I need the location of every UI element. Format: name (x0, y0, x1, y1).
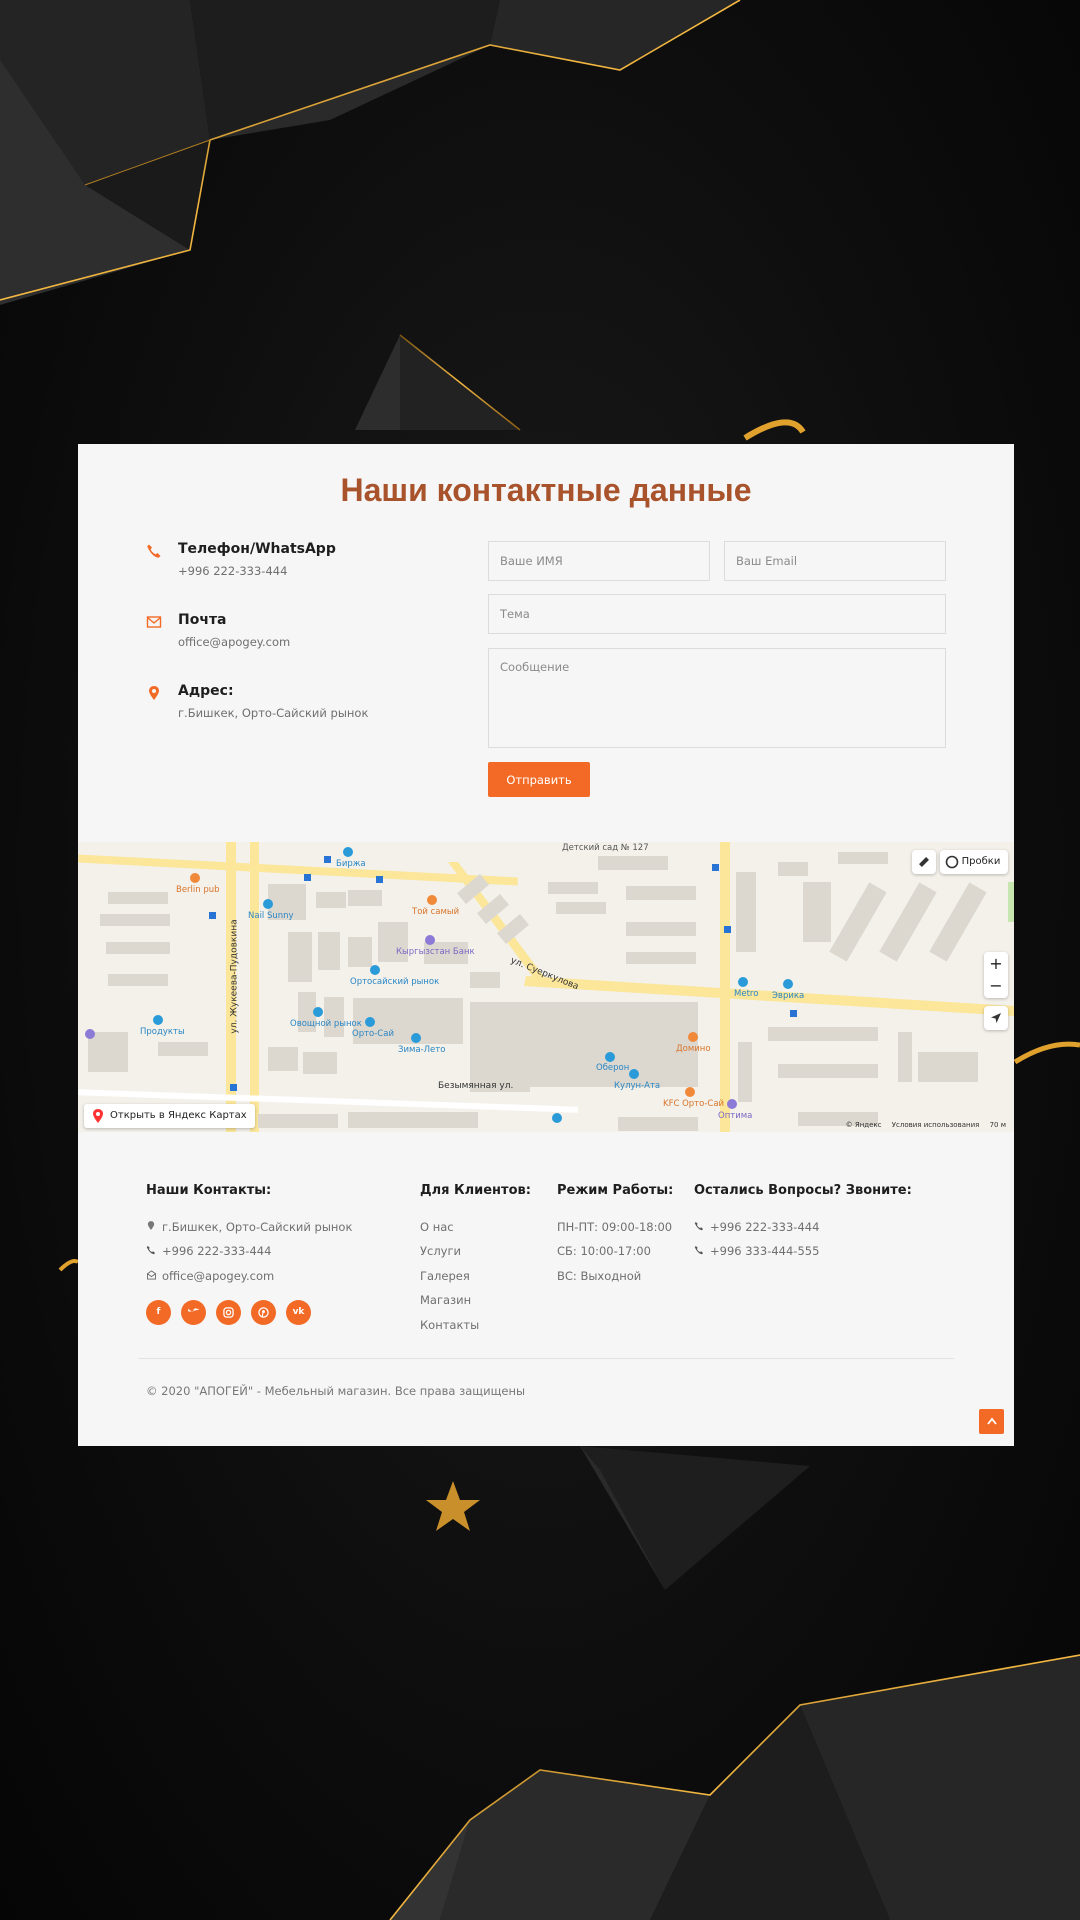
open-in-yandex-button[interactable]: Открыть в Яндекс Картах (84, 1104, 255, 1128)
location-arrow-icon (991, 1013, 1001, 1023)
footer-phone: +996 222-333-444 (146, 1244, 271, 1258)
map-label: Той самый (412, 907, 460, 917)
hours-saturday: СБ: 10:00-17:00 (557, 1244, 651, 1258)
footer-phone-1-text[interactable]: +996 222-333-444 (710, 1220, 819, 1234)
facebook-icon[interactable]: f (146, 1300, 171, 1325)
map-label: Домино (676, 1044, 711, 1054)
map-label: Кыргызстан Банк (396, 947, 475, 957)
footer-phone-text[interactable]: +996 222-333-444 (162, 1244, 271, 1258)
footer-link-about[interactable]: О нас (420, 1220, 454, 1234)
scroll-to-top-button[interactable] (979, 1409, 1004, 1434)
instagram-icon[interactable] (216, 1300, 241, 1325)
phone-value: +996 222-333-444 (178, 564, 288, 578)
submit-button[interactable]: Отправить (488, 762, 590, 797)
map-label: Детский сад № 127 (562, 843, 649, 853)
message-textarea[interactable] (488, 648, 946, 748)
footer-clients-title: Для Клиентов: (420, 1183, 531, 1198)
twitter-icon[interactable] (181, 1300, 206, 1325)
address-label: Адрес: (178, 683, 234, 699)
footer-phone-2-text[interactable]: +996 333-444-555 (710, 1244, 819, 1258)
phone-label: Телефон/WhatsApp (178, 541, 336, 557)
envelope-icon (146, 616, 162, 628)
vk-icon[interactable]: vk (286, 1300, 311, 1325)
envelope-open-icon (146, 1269, 158, 1283)
chevron-up-icon (986, 1417, 997, 1425)
map-label: Эврика (772, 991, 805, 1001)
zoom-control: + − (984, 952, 1008, 998)
map-attribution: © Яндекс Условия использования 70 м (838, 1121, 1006, 1129)
terms-link[interactable]: Условия использования (892, 1121, 980, 1129)
map-label: Продукты (140, 1027, 185, 1037)
footer-mail-text[interactable]: office@apogey.com (162, 1269, 274, 1283)
footer-hours-title: Режим Работы: (557, 1183, 674, 1198)
zoom-in-button[interactable]: + (984, 952, 1008, 975)
footer-phone-1: +996 222-333-444 (694, 1220, 819, 1234)
yandex-pin-icon (93, 1109, 103, 1123)
hours-sunday: ВС: Выходной (557, 1269, 642, 1283)
subject-input[interactable] (488, 594, 946, 634)
footer-link-services[interactable]: Услуги (420, 1244, 461, 1258)
footer-address: г.Бишкек, Орто-Сайский рынок (146, 1220, 352, 1234)
page-title: Наши контактные данные (340, 472, 752, 508)
name-input[interactable] (488, 541, 710, 581)
copyright-text: © 2020 "АПОГЕЙ" - Мебельный магазин. Все… (146, 1384, 526, 1398)
footer-link-contacts[interactable]: Контакты (420, 1318, 479, 1332)
ruler-button[interactable] (912, 850, 936, 874)
hours-weekdays: ПН-ПТ: 09:00-18:00 (557, 1220, 673, 1234)
map-label: KFC Орто-Сай (663, 1099, 725, 1109)
phone-icon (694, 1220, 706, 1234)
map-label: Оптима (718, 1111, 753, 1121)
footer-link-gallery[interactable]: Галерея (420, 1269, 470, 1283)
email-input[interactable] (724, 541, 946, 581)
map-label: Berlin pub (176, 885, 220, 895)
map-label: Овощной рынок (290, 1019, 362, 1029)
map-label: Зима-Лето (398, 1045, 446, 1055)
footer-contacts-title: Наши Контакты: (146, 1183, 272, 1198)
map-label: Metro (734, 989, 759, 999)
street-label: Безымянная ул. (438, 1081, 514, 1091)
phone-icon (146, 1244, 158, 1258)
map-label: Орто-Сай (352, 1029, 394, 1039)
phone-icon (147, 544, 161, 558)
footer-link-shop[interactable]: Магазин (420, 1293, 471, 1307)
map-label: Кулун-Ата (614, 1081, 661, 1091)
yandex-copyright: © Яндекс (845, 1121, 882, 1129)
footer-divider (138, 1358, 954, 1359)
map-pin-icon (146, 1220, 158, 1234)
geolocation-button[interactable] (984, 1006, 1008, 1030)
map-label: Биржа (336, 859, 366, 869)
open-in-yandex-label: Открыть в Яндекс Картах (110, 1110, 247, 1121)
map-label: Оберон (596, 1063, 630, 1073)
map-label: Nail Sunny (248, 911, 294, 921)
mail-label: Почта (178, 612, 227, 628)
phone-icon (694, 1244, 706, 1258)
map-label: Ортосайский рынок (350, 977, 440, 987)
contact-card: Наши контактные данные Телефон/WhatsApp … (78, 444, 1014, 1446)
footer-mail: office@apogey.com (146, 1269, 274, 1283)
footer-questions-title: Остались Вопросы? Звоните: (694, 1183, 912, 1198)
traffic-button[interactable]: Пробки (940, 850, 1008, 874)
mail-value: office@apogey.com (178, 635, 291, 649)
footer-address-text: г.Бишкек, Орто-Сайский рынок (162, 1220, 353, 1234)
ruler-icon (919, 857, 929, 867)
traffic-label: Пробки (961, 856, 1001, 867)
map-pin-icon (149, 686, 159, 700)
pinterest-icon[interactable] (251, 1300, 276, 1325)
address-value: г.Бишкек, Орто-Сайский рынок (178, 706, 369, 720)
street-label: ул. Жукеева-Пудовкина (229, 919, 240, 1034)
footer-phone-2: +996 333-444-555 (694, 1244, 819, 1258)
map-scale: 70 м (989, 1121, 1006, 1129)
map-widget[interactable]: Berlin pub Nail Sunny Биржа Той самый Кы… (78, 842, 1014, 1132)
zoom-out-button[interactable]: − (984, 975, 1008, 998)
traffic-icon (945, 855, 959, 869)
